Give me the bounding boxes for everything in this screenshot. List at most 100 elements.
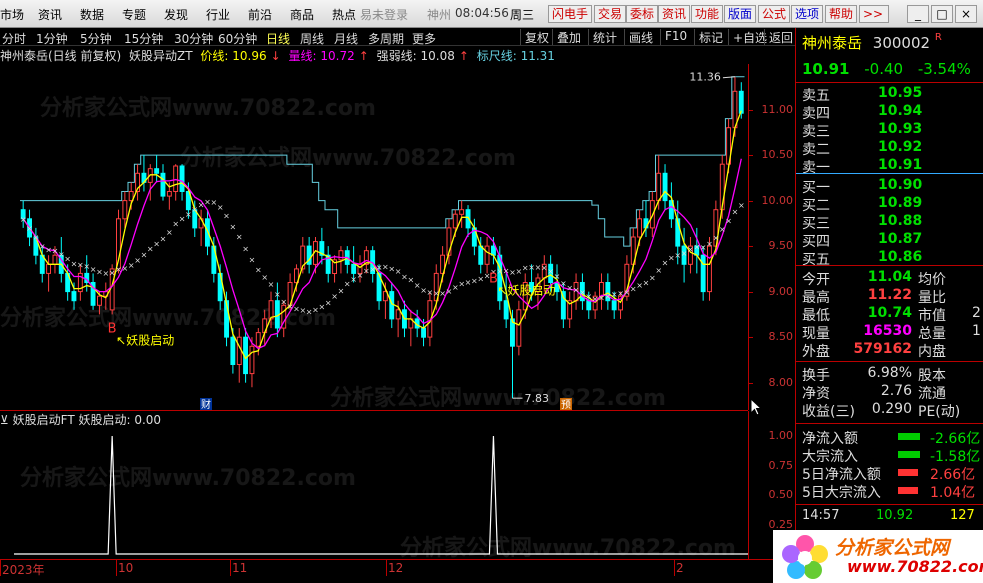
- more-button[interactable]: >>: [859, 5, 889, 23]
- adjust-button[interactable]: 复权: [520, 29, 549, 45]
- layout-button[interactable]: 版面: [724, 5, 757, 23]
- sub-chart-title[interactable]: 妖股启动FT: [13, 413, 75, 427]
- close-icon[interactable]: ×: [955, 5, 977, 23]
- info-button[interactable]: 资讯: [658, 5, 691, 23]
- signal-chart[interactable]: [14, 426, 748, 558]
- price-tick-label: 9.50: [768, 239, 794, 253]
- ask-price: 10.91: [878, 157, 923, 173]
- flow-label: 净流入额: [802, 431, 858, 447]
- candle: [586, 300, 592, 311]
- period-tab-15min[interactable]: 15分钟: [124, 30, 163, 47]
- stats-button[interactable]: 统计: [588, 29, 617, 45]
- candle: [268, 300, 274, 320]
- candle: [338, 250, 344, 261]
- tick-mark: [749, 382, 753, 384]
- function-button[interactable]: 功能: [691, 5, 724, 23]
- strong-line-marker: ×: [26, 224, 33, 233]
- menu-item-frontier[interactable]: 前沿: [248, 6, 272, 23]
- period-tab-timeshare[interactable]: 分时: [2, 30, 26, 47]
- sub-chart-header: ⊻ 妖股启动FT 妖股启动: 0.00: [0, 411, 161, 427]
- period-tab-more[interactable]: 更多: [412, 30, 436, 47]
- stat-label: 今开: [802, 272, 830, 288]
- indicator-name[interactable]: 妖股异动ZT: [129, 49, 193, 63]
- quote-panel: 神州泰岳 300002 R 10.91 -0.40 -3.54% 卖五 10.95…: [795, 28, 983, 583]
- menu-item-commodity[interactable]: 商品: [290, 6, 314, 23]
- stock-name-row: 神州泰岳 300002 R: [802, 32, 942, 52]
- ask-price: 10.92: [878, 139, 923, 155]
- chart-title[interactable]: 神州泰岳(日线 前复权): [0, 49, 121, 63]
- sub-chart-toggle-icon[interactable]: ⊻: [0, 413, 9, 427]
- candle: [452, 213, 458, 229]
- arrow-down-icon: ↓: [270, 49, 281, 63]
- finance-event-label: 财: [201, 398, 211, 410]
- candle: [173, 165, 179, 192]
- price-change: -0.40: [864, 60, 904, 78]
- stat-value: 16530: [863, 323, 912, 339]
- divider: [796, 423, 983, 424]
- price-row: 10.91 -0.40 -3.54%: [802, 60, 971, 78]
- period-tab-multi[interactable]: 多周期: [368, 30, 404, 47]
- draw-line-button[interactable]: 画线: [624, 29, 653, 45]
- maximize-icon[interactable]: □: [931, 5, 953, 23]
- period-tab-1min[interactable]: 1分钟: [36, 30, 68, 47]
- f10-button[interactable]: F10: [660, 29, 687, 45]
- menu-item-industry[interactable]: 行业: [206, 6, 230, 23]
- flower-logo-icon: [782, 535, 828, 579]
- period-tab-weekly[interactable]: 周线: [300, 30, 324, 47]
- period-tab-60min[interactable]: 60分钟: [218, 30, 257, 47]
- order-button[interactable]: 委标: [626, 5, 659, 23]
- period-tab-5min[interactable]: 5分钟: [80, 30, 112, 47]
- ask-label: 卖四: [802, 106, 830, 122]
- back-button[interactable]: 返回: [764, 29, 793, 45]
- menu-item-discover[interactable]: 发现: [164, 6, 188, 23]
- stat-value: 2: [972, 305, 981, 321]
- menu-item-topics[interactable]: 专题: [122, 6, 146, 23]
- add-watchlist-button[interactable]: +自选: [728, 29, 767, 45]
- candle: [516, 309, 522, 347]
- formula-button[interactable]: 公式: [758, 5, 791, 23]
- bid-label: 买五: [802, 252, 830, 268]
- menu-item-news[interactable]: 资讯: [38, 6, 62, 23]
- signal-tick-label: 0.25: [768, 517, 794, 531]
- price-tick-label: 10.00: [761, 193, 794, 207]
- strong-line-marker: ×: [20, 215, 27, 224]
- weekday: 周三: [510, 8, 535, 22]
- minimize-icon[interactable]: _: [907, 5, 929, 23]
- menu-item-hot[interactable]: 热点: [332, 6, 356, 23]
- date-tick-label: 12: [388, 561, 404, 575]
- ask-price: 10.94: [878, 103, 923, 119]
- help-button[interactable]: 帮助: [825, 5, 858, 23]
- candle: [656, 172, 662, 202]
- login-status[interactable]: 易未登录: [360, 6, 408, 23]
- period-tab-monthly[interactable]: 月线: [334, 30, 358, 47]
- candlestick-chart[interactable]: ×××× × × ××× × × × × × × × × ×××××××××××× × ××××××××××…: [14, 64, 748, 410]
- stat-label: 现量: [802, 326, 830, 342]
- options-button[interactable]: 选项: [791, 5, 824, 23]
- mark-button[interactable]: 标记: [694, 29, 723, 45]
- logo-url: www.70822.com: [847, 557, 983, 576]
- tick-mark: [0, 560, 1, 576]
- stock-name[interactable]: 神州泰岳: [802, 34, 862, 52]
- menu-item-market[interactable]: 市场: [0, 6, 24, 23]
- stat-value: 2.76: [880, 383, 912, 399]
- candle: [236, 336, 242, 366]
- period-tab-daily[interactable]: 日线: [266, 30, 290, 47]
- tick-mark: [230, 560, 231, 576]
- flash-trade-button[interactable]: 闪电手: [548, 5, 593, 23]
- tick-mark: [749, 291, 753, 293]
- bid-price: 10.89: [878, 195, 923, 211]
- stock-code: 300002: [872, 34, 931, 52]
- candle: [230, 336, 236, 366]
- candle: [52, 254, 58, 265]
- tick-mark: [749, 200, 753, 202]
- overlay-button[interactable]: 叠加: [552, 29, 581, 45]
- candle: [255, 332, 261, 347]
- menu-item-data[interactable]: 数据: [80, 6, 104, 23]
- candle: [662, 172, 668, 202]
- period-tab-30min[interactable]: 30分钟: [174, 30, 213, 47]
- trade-button[interactable]: 交易: [594, 5, 627, 23]
- tick-volume: 127: [950, 508, 975, 523]
- strong-line-marker: ×: [223, 211, 230, 220]
- stat-label: 均价: [918, 272, 946, 288]
- candle: [389, 291, 395, 320]
